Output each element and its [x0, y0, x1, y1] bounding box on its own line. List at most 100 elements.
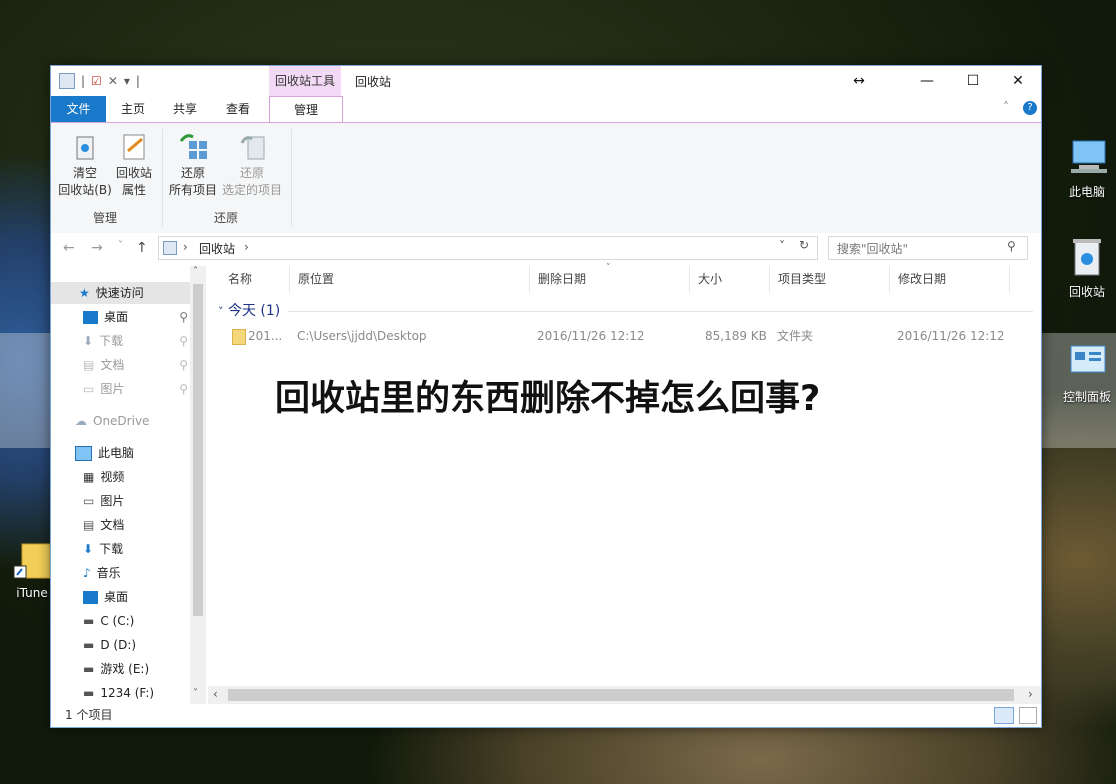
- address-row: ← → ˅ ↑ › 回收站 › ˅ ↻ 搜索"回收站" ⚲: [51, 233, 1041, 263]
- column-header-modified[interactable]: 修改日期: [890, 266, 1010, 292]
- window-title: 回收站: [355, 75, 392, 89]
- video-icon: ▦: [83, 470, 95, 484]
- nav-item-drive-c[interactable]: ▬ C (C:): [83, 610, 134, 632]
- group-separator: [291, 129, 292, 227]
- recent-dropdown-icon[interactable]: ˅: [118, 240, 123, 251]
- empty-recycle-bin-button[interactable]: 清空 回收站(B): [57, 131, 113, 199]
- tab-home[interactable]: 主页: [109, 96, 157, 122]
- address-dropdown-icon[interactable]: ˅: [779, 239, 785, 253]
- desktop-icon-recycle-bin[interactable]: 回收站: [1057, 235, 1116, 300]
- nav-item-downloads[interactable]: ⬇ 下载 ⚲: [83, 330, 188, 352]
- restore-all-button[interactable]: 还原 所有项目: [165, 131, 221, 199]
- nav-item-drive-d[interactable]: ▬ D (D:): [83, 634, 136, 656]
- restore-selected-icon: [236, 131, 268, 163]
- tab-manage[interactable]: 管理: [269, 96, 343, 123]
- desktop-icon-control-panel[interactable]: 控制面板: [1057, 340, 1116, 405]
- tab-share[interactable]: 共享: [161, 96, 209, 122]
- qa-dropdown-icon[interactable]: ▾: [124, 74, 130, 88]
- file-list: 名称 原位置 删除日期 ˅ 大小 项目类型 修改日期 ˅ 今天 (1) 201.…: [208, 263, 1041, 686]
- pin-icon[interactable]: ⚲: [179, 378, 188, 400]
- button-label: 还原: [239, 166, 264, 180]
- nav-quick-access[interactable]: ★ 快速访问: [51, 282, 190, 304]
- minimize-button[interactable]: —: [904, 66, 950, 96]
- breadcrumb-recycle-bin[interactable]: 回收站: [199, 240, 235, 257]
- forward-arrow-icon[interactable]: →: [91, 240, 103, 256]
- nav-label: C (C:): [100, 614, 135, 628]
- restore-selected-button[interactable]: 还原 选定的项目: [219, 131, 285, 199]
- nav-label: 桌面: [104, 310, 129, 324]
- large-icons-view-icon[interactable]: [1019, 707, 1037, 724]
- column-header-name[interactable]: 名称: [220, 266, 290, 292]
- recycle-bin-properties-button[interactable]: 回收站 属性: [106, 131, 162, 199]
- collapse-ribbon-icon[interactable]: ˄: [1003, 100, 1009, 114]
- horizontal-scrollbar[interactable]: ‹ ›: [208, 686, 1041, 704]
- pin-icon[interactable]: ⚲: [179, 306, 188, 328]
- nav-item-desktop[interactable]: 桌面 ⚲: [83, 306, 188, 328]
- computer-icon: [75, 445, 92, 461]
- status-bar: 1 个项目: [51, 704, 1041, 726]
- nav-item-music[interactable]: ♪ 音乐: [83, 562, 121, 584]
- cell-type: 文件夹: [777, 329, 814, 343]
- nav-item-documents[interactable]: ▤ 文档 ⚲: [83, 354, 188, 376]
- nav-this-pc[interactable]: 此电脑: [75, 442, 134, 464]
- tab-view[interactable]: 查看: [214, 96, 262, 122]
- nav-item-videos[interactable]: ▦ 视频: [83, 466, 124, 488]
- properties-check-icon[interactable]: ☑: [91, 74, 102, 88]
- cell-deleted: 2016/11/26 12:12: [537, 329, 645, 343]
- desktop-icon-itunes[interactable]: iTune: [8, 538, 56, 600]
- recycle-bin-icon: [69, 131, 101, 163]
- scroll-up-icon[interactable]: ˄: [193, 266, 198, 277]
- column-header-size[interactable]: 大小: [690, 266, 770, 292]
- nav-item-drive-e[interactable]: ▬ 游戏 (E:): [83, 658, 149, 680]
- desktop-icon-this-pc[interactable]: 此电脑: [1057, 135, 1116, 200]
- search-icon[interactable]: ⚲: [1007, 239, 1016, 253]
- up-arrow-icon[interactable]: ↑: [136, 240, 148, 256]
- document-icon: ▤: [83, 518, 95, 532]
- item-count: 1 个项目: [65, 708, 113, 722]
- details-view-icon[interactable]: [994, 707, 1014, 724]
- nav-item-downloads-pc[interactable]: ⬇ 下载: [83, 538, 123, 560]
- scroll-down-icon[interactable]: ˅: [193, 688, 198, 699]
- group-label-manage: 管理: [93, 211, 118, 225]
- close-button[interactable]: ✕: [995, 66, 1041, 96]
- nav-label: 下载: [99, 542, 124, 556]
- computer-icon: [1065, 135, 1109, 179]
- refresh-icon[interactable]: ↻: [799, 238, 809, 252]
- pin-icon[interactable]: ⚲: [179, 330, 188, 352]
- nav-label: 桌面: [104, 590, 129, 604]
- desktop-icon-label: 控制面板: [1062, 390, 1111, 404]
- maximize-button[interactable]: ☐: [950, 66, 996, 96]
- nav-onedrive[interactable]: ☁ OneDrive: [75, 410, 149, 432]
- horizontal-scroll-thumb[interactable]: [228, 689, 1014, 701]
- column-header-location[interactable]: 原位置: [290, 266, 530, 292]
- breadcrumb-separator: ›: [244, 240, 249, 254]
- help-icon[interactable]: ?: [1023, 101, 1037, 115]
- nav-scroll-thumb[interactable]: [193, 284, 203, 616]
- nav-item-pictures-pc[interactable]: ▭ 图片: [83, 490, 124, 512]
- nav-item-documents-pc[interactable]: ▤ 文档: [83, 514, 124, 536]
- nav-item-drive-f[interactable]: ▬ 1234 (F:): [83, 682, 154, 704]
- cloud-icon: ☁: [75, 414, 87, 428]
- search-input[interactable]: 搜索"回收站": [837, 240, 908, 257]
- back-arrow-icon[interactable]: ←: [63, 240, 75, 256]
- nav-item-pictures[interactable]: ▭ 图片 ⚲: [83, 378, 188, 400]
- delete-x-icon[interactable]: ✕: [108, 74, 118, 88]
- recycle-bin-small-icon[interactable]: [59, 73, 75, 89]
- nav-label: 此电脑: [98, 446, 135, 460]
- search-box[interactable]: 搜索"回收站" ⚲: [828, 236, 1028, 260]
- group-header-today[interactable]: ˅ 今天 (1): [218, 300, 280, 320]
- desktop-icon: [83, 590, 98, 604]
- windows-drive-icon: ▬: [83, 614, 95, 628]
- button-label: 回收站(B): [58, 183, 112, 197]
- resize-cursor-icon: ↔: [853, 73, 865, 89]
- nav-item-desktop-pc[interactable]: 桌面: [83, 586, 128, 608]
- address-bar[interactable]: › 回收站 › ˅ ↻: [158, 236, 818, 260]
- nav-scrollbar[interactable]: ˄ ˅: [190, 266, 206, 704]
- scroll-left-icon[interactable]: ‹: [213, 687, 218, 701]
- tab-file[interactable]: 文件: [51, 96, 106, 122]
- button-label: 属性: [121, 183, 146, 197]
- column-header-type[interactable]: 项目类型: [770, 266, 890, 292]
- nav-label: 图片: [100, 382, 125, 396]
- scroll-right-icon[interactable]: ›: [1028, 687, 1033, 701]
- pin-icon[interactable]: ⚲: [179, 354, 188, 376]
